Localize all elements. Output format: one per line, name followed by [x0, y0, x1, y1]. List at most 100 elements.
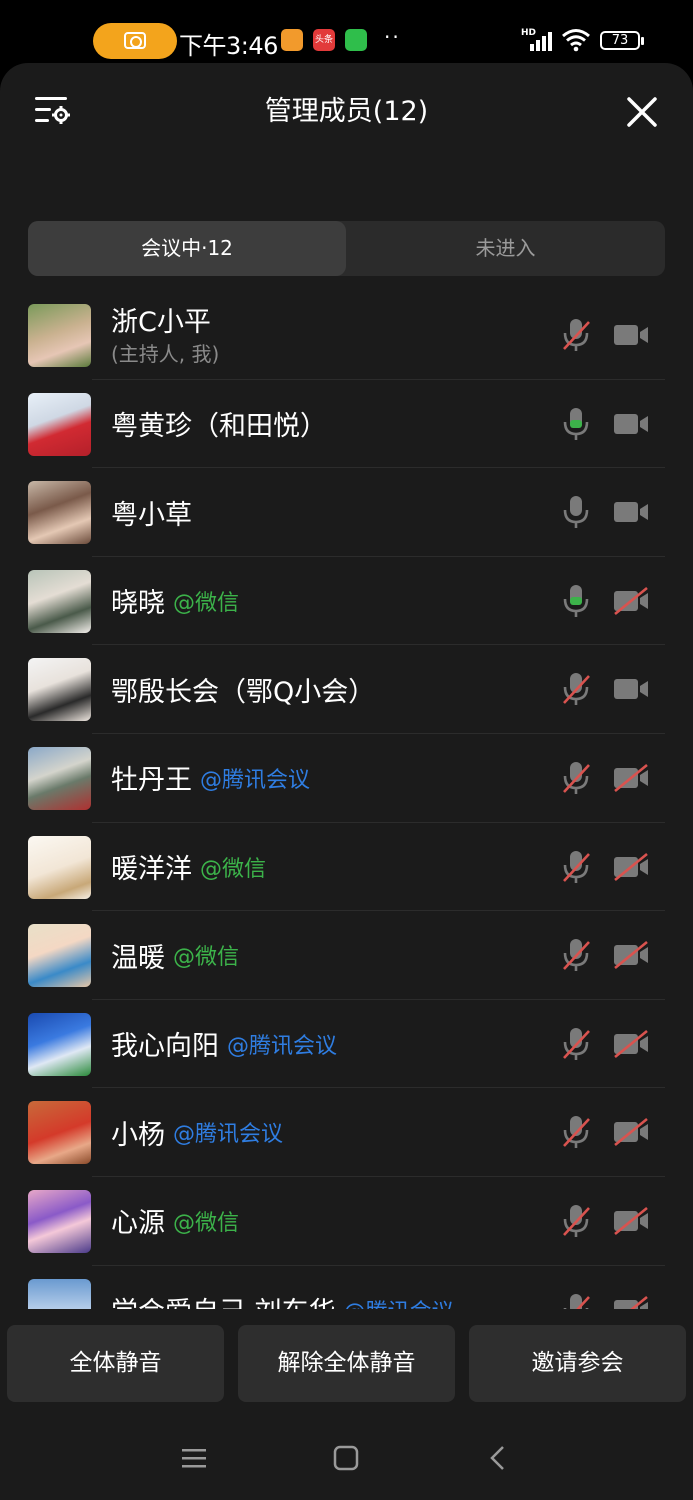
member-name-wrap: 我心向阳 @腾讯会议: [111, 1000, 337, 1088]
page-title: 管理成员(12): [264, 96, 429, 127]
avatar: [28, 304, 91, 367]
member-source-tag: @微信: [173, 1210, 240, 1236]
mic-muted-icon[interactable]: [560, 1026, 592, 1062]
menu-nav-icon[interactable]: [181, 1446, 207, 1470]
mic-muted-icon[interactable]: [560, 1114, 592, 1150]
member-name-wrap: 鄂殷长会（鄂Q小会）: [111, 645, 375, 733]
tab-in-meeting[interactable]: 会议中·12: [28, 221, 346, 276]
member-name: 小杨: [111, 1119, 165, 1151]
camera-off-icon[interactable]: [612, 1295, 650, 1309]
avatar: [28, 481, 91, 545]
close-icon[interactable]: [622, 92, 662, 132]
member-row[interactable]: 晓晓 @微信: [0, 557, 693, 646]
avatar: [28, 1278, 91, 1309]
wifi-icon: [562, 29, 590, 52]
unmute-all-button[interactable]: 解除全体静音: [238, 1325, 455, 1402]
avatar: [28, 569, 91, 633]
camera-off-icon[interactable]: [612, 763, 650, 792]
member-row[interactable]: 粤小草: [0, 468, 693, 557]
avatar: [28, 1101, 91, 1165]
member-source-tag: @腾讯会议: [227, 1033, 338, 1059]
member-list[interactable]: 浙C小平 (主持人, 我) 粤黄珍（和田悦） 粤小草 晓晓 @微信 鄂殷长会（鄂Q小会） 牡丹…: [0, 291, 693, 1309]
member-source-tag: @腾讯会议: [200, 767, 311, 793]
avatar: [28, 746, 91, 810]
bottom-action-bar: 全体静音 解除全体静音 邀请参会: [0, 1311, 693, 1500]
video-camera-icon[interactable]: [612, 498, 650, 526]
member-row[interactable]: 我心向阳 @腾讯会议: [0, 1000, 693, 1089]
video-camera-icon[interactable]: [612, 321, 650, 349]
back-nav-icon[interactable]: [488, 1445, 508, 1471]
member-row[interactable]: 浙C小平 (主持人, 我): [0, 291, 693, 380]
avatar: [28, 392, 91, 456]
avatar: [28, 658, 91, 722]
manage-members-sheet: 管理成员(12) 会议中·12 未进入 浙C小平 (主持人, 我) 粤黄珍（和田悦）…: [0, 63, 693, 1500]
tab-not-joined[interactable]: 未进入: [346, 221, 665, 276]
battery-icon: 73: [600, 31, 644, 50]
member-name: 粤黄珍（和田悦）: [111, 411, 327, 443]
member-name-wrap: 暖洋洋 @微信: [111, 823, 266, 911]
member-name-wrap: 粤小草: [111, 468, 192, 556]
member-row[interactable]: 心源 @微信: [0, 1177, 693, 1266]
video-camera-icon[interactable]: [612, 410, 650, 438]
home-nav-icon[interactable]: [333, 1445, 359, 1471]
status-bar: 下午3:46 头条 ·· HD 73: [0, 0, 693, 66]
system-nav-bar: [0, 1416, 693, 1500]
camera-off-icon[interactable]: [612, 941, 650, 970]
avatar: [28, 1189, 91, 1253]
mic-muted-icon[interactable]: [560, 760, 592, 796]
video-camera-icon[interactable]: [612, 675, 650, 703]
member-source-tag: @腾讯会议: [173, 1122, 284, 1148]
member-row[interactable]: 小杨 @腾讯会议: [0, 1088, 693, 1177]
member-name-wrap: 学会爱自己 刘东华 @腾讯会议: [111, 1266, 454, 1309]
member-name: 鄂殷长会（鄂Q小会）: [111, 676, 376, 708]
invite-button[interactable]: 邀请参会: [469, 1325, 686, 1402]
member-name: 粤小草: [111, 499, 192, 531]
camera-off-icon[interactable]: [612, 586, 650, 615]
mic-muted-icon[interactable]: [560, 1203, 592, 1239]
camera-off-icon[interactable]: [612, 852, 650, 881]
member-name: 浙C小平: [111, 306, 211, 338]
camera-off-icon[interactable]: [612, 1118, 650, 1147]
member-row[interactable]: 牡丹王 @腾讯会议: [0, 734, 693, 823]
member-name: 我心向阳: [111, 1031, 219, 1063]
member-source-tag: @微信: [173, 590, 240, 616]
member-name: 晓晓: [111, 588, 165, 620]
member-name: 学会爱自己 刘东华: [111, 1290, 336, 1309]
mic-muted-icon[interactable]: [560, 849, 592, 885]
mic-muted-icon[interactable]: [560, 671, 592, 707]
member-name-wrap: 温暖 @微信: [111, 911, 239, 999]
app-notification-icon: [281, 29, 303, 51]
camera-icon: [124, 32, 146, 49]
wechat-notification-icon: [345, 29, 367, 51]
avatar: [28, 924, 91, 988]
status-time: 下午3:46: [179, 32, 278, 60]
mute-all-button[interactable]: 全体静音: [7, 1325, 224, 1402]
member-name-wrap: 心源 @微信: [111, 1177, 239, 1265]
mic-muted-icon[interactable]: [560, 937, 592, 973]
more-notifications-icon: ··: [384, 25, 401, 49]
member-name-wrap: 粤黄珍（和田悦）: [111, 380, 327, 468]
member-name-wrap: 牡丹王 @腾讯会议: [111, 734, 310, 822]
member-name: 温暖: [111, 942, 165, 974]
camera-off-icon[interactable]: [612, 1206, 650, 1235]
mic-muted-icon[interactable]: [560, 317, 592, 353]
mic-muted-icon[interactable]: [560, 1292, 592, 1309]
screen-record-indicator[interactable]: [93, 23, 177, 59]
member-row[interactable]: 暖洋洋 @微信: [0, 823, 693, 912]
member-name-wrap: 晓晓 @微信: [111, 557, 239, 645]
microphone-icon[interactable]: [560, 406, 592, 442]
member-name: 暖洋洋: [111, 854, 192, 886]
microphone-icon[interactable]: [560, 494, 592, 530]
member-tabs: 会议中·12 未进入: [28, 221, 665, 276]
avatar: [28, 1012, 91, 1076]
member-row[interactable]: 温暖 @微信: [0, 911, 693, 1000]
member-source-tag: @腾讯会议: [344, 1294, 454, 1309]
member-row[interactable]: 鄂殷长会（鄂Q小会）: [0, 645, 693, 734]
member-row[interactable]: 粤黄珍（和田悦）: [0, 380, 693, 469]
member-source-tag: @微信: [173, 945, 240, 971]
camera-off-icon[interactable]: [612, 1029, 650, 1058]
member-row[interactable]: 学会爱自己 刘东华 @腾讯会议: [0, 1266, 693, 1309]
avatar: [28, 835, 91, 899]
microphone-icon[interactable]: [560, 583, 592, 619]
member-name: 牡丹王: [111, 765, 192, 797]
